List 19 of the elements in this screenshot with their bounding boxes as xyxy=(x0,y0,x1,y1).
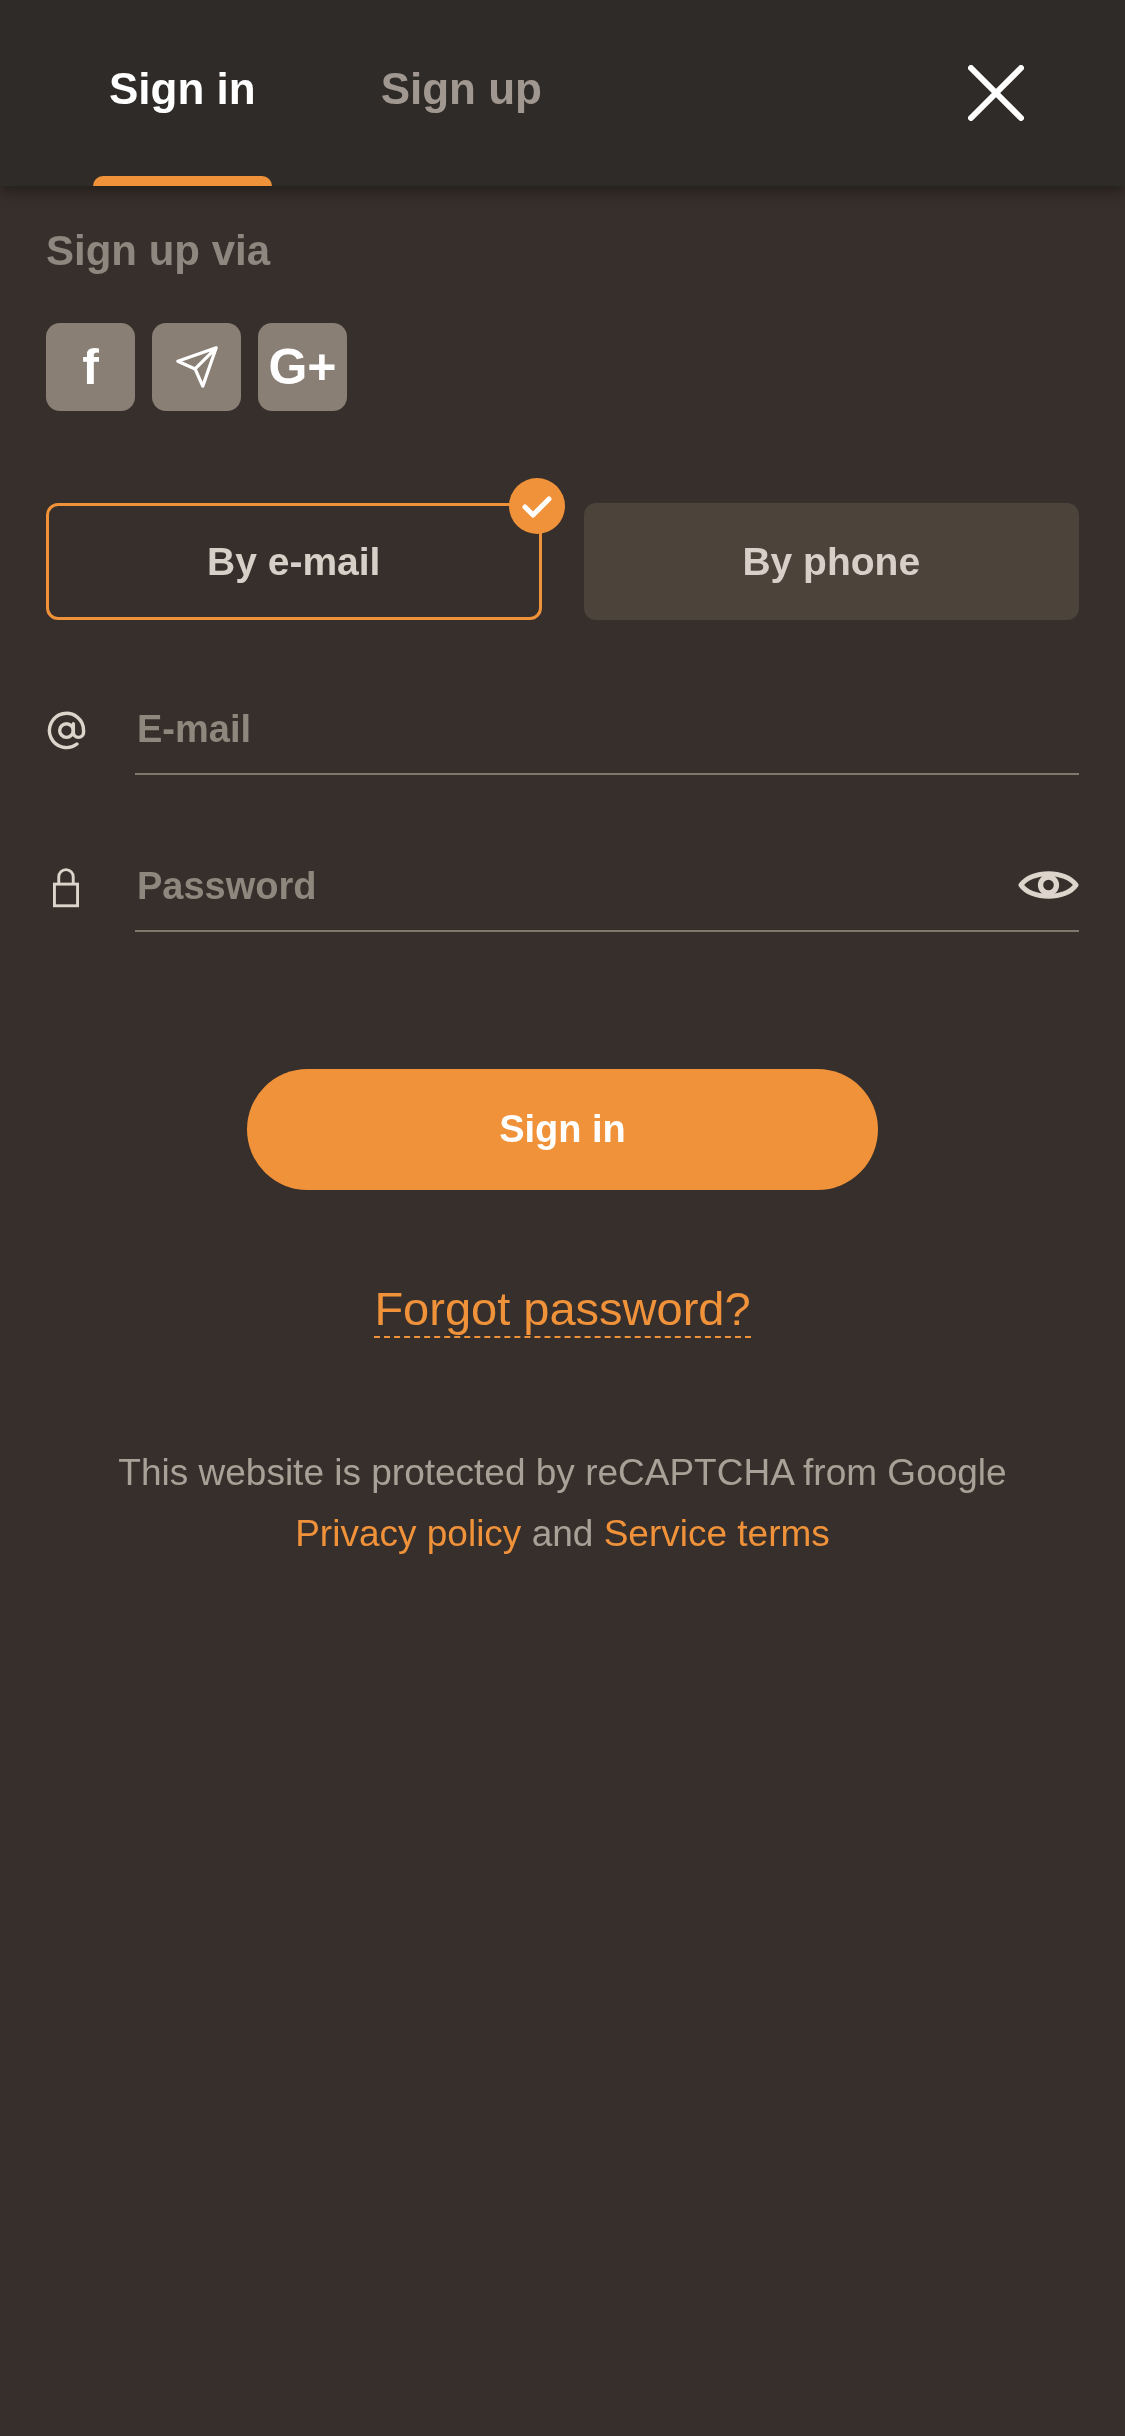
at-sign-icon xyxy=(46,709,87,751)
email-field[interactable]: E-mail xyxy=(135,685,1079,775)
paper-plane-icon xyxy=(173,344,220,390)
close-icon[interactable] xyxy=(968,65,1024,121)
privacy-policy-link[interactable]: Privacy policy xyxy=(295,1513,522,1554)
check-icon xyxy=(508,478,565,534)
service-terms-link[interactable]: Service terms xyxy=(603,1513,830,1554)
social-login-button[interactable] xyxy=(152,323,241,411)
tab[interactable]: Sign up xyxy=(364,0,558,186)
method-toggle[interactable]: By phone xyxy=(583,503,1079,620)
forgot-password-link[interactable]: Forgot password? xyxy=(374,1282,751,1338)
password-field[interactable]: Password xyxy=(135,842,1079,932)
social-login-button[interactable]: G+ xyxy=(258,323,347,411)
method-toggle[interactable]: By e-mail xyxy=(46,503,542,620)
lock-icon xyxy=(53,866,79,908)
social-login-button[interactable]: f xyxy=(46,323,135,411)
section-title: Sign up via xyxy=(46,226,272,276)
tab[interactable]: Sign in xyxy=(93,0,272,186)
recaptcha-notice: This website is protected by reCAPTCHA from Google Privacy policy and Service terms xyxy=(117,1451,1008,1556)
